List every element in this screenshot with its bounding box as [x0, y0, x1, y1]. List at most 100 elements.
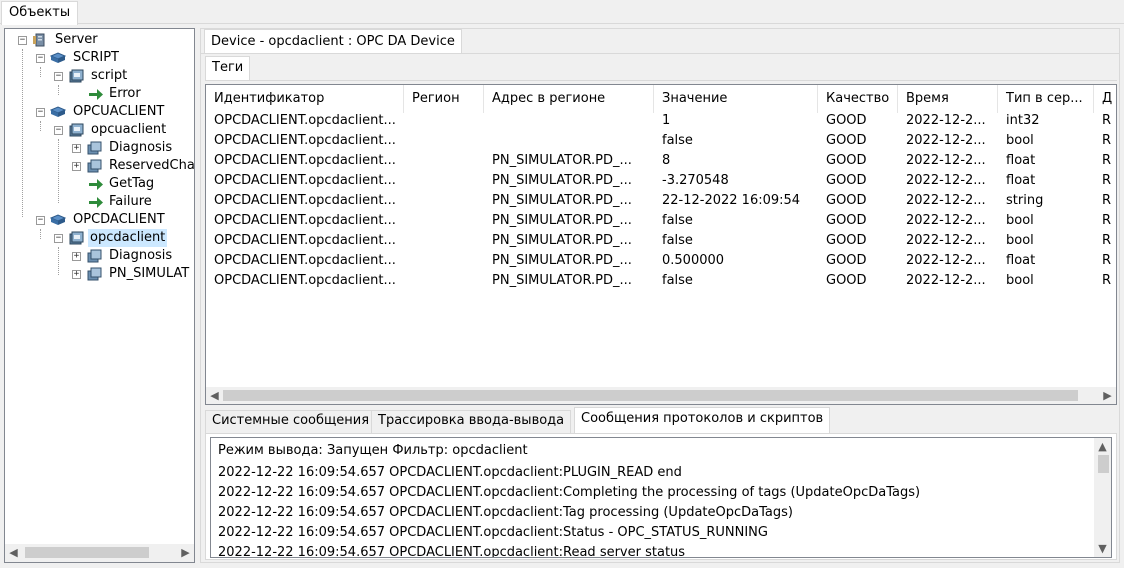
table-cell: 2022-12-2... — [906, 253, 986, 268]
column-header[interactable]: Идентификатор — [206, 85, 404, 113]
log-output[interactable]: Режим вывода: Запущен Фильтр: opcdaclien… — [210, 437, 1112, 558]
table-cell: 2022-12-2... — [906, 233, 986, 248]
collapse-icon[interactable]: − — [36, 216, 45, 225]
tab-tags[interactable]: Теги — [205, 56, 251, 81]
tree-node-opcua-client[interactable]: − opcuaclient — [5, 121, 194, 139]
tab-io-trace[interactable]: Трассировка ввода-вывода — [371, 410, 572, 433]
table-row[interactable]: OPCDACLIENT.opcdaclient... PN_SIMULATOR.P… — [206, 231, 1116, 251]
collapse-icon[interactable]: − — [36, 108, 45, 117]
tree-node-opcda-diagnosis[interactable]: + Diagnosis — [5, 247, 194, 265]
tree-node-opcda-group[interactable]: − OPCDACLIENT — [5, 211, 194, 229]
table-cell: 22-12-2022 16:09:54 — [662, 193, 801, 208]
column-header[interactable]: Время — [898, 85, 998, 113]
collapse-icon[interactable]: − — [54, 72, 63, 81]
column-header[interactable]: Регион — [404, 85, 484, 113]
table-cell: -3.270548 — [662, 173, 729, 188]
collapse-icon[interactable]: − — [54, 234, 63, 243]
device-panel: Device - opcdaclient : OPC DA Device Тег… — [200, 28, 1120, 563]
tab-objects[interactable]: Объекты — [1, 1, 79, 25]
tab-device[interactable]: Device - opcdaclient : OPC DA Device — [204, 29, 462, 54]
table-cell: R — [1102, 133, 1112, 148]
table-row[interactable]: OPCDACLIENT.opcdaclient... PN_SIMULATOR.P… — [206, 171, 1116, 191]
tree-horizontal-scrollbar[interactable]: ◀ ▶ — [5, 544, 194, 562]
expand-icon[interactable]: + — [72, 270, 81, 279]
scroll-up-icon[interactable]: ▲ — [1094, 438, 1111, 455]
table-cell — [404, 231, 484, 251]
scrollbar-thumb[interactable] — [1098, 455, 1109, 473]
log-line: 2022-12-22 16:09:54.657 OPCDACLIENT.opcd… — [218, 525, 768, 540]
table-cell: 2022-12-2... — [906, 213, 986, 228]
table-row[interactable]: OPCDACLIENT.opcdaclient... false GOOD 2022-… — [206, 131, 1116, 151]
table-cell: float — [1006, 253, 1036, 268]
scroll-left-icon[interactable]: ◀ — [5, 544, 22, 561]
tree-label: OPCUACLIENT — [73, 104, 165, 119]
column-header[interactable]: Тип в сер... — [998, 85, 1094, 113]
table-row[interactable]: OPCDACLIENT.opcdaclient... PN_SIMULATOR.P… — [206, 271, 1116, 291]
tree-label: Failure — [109, 194, 152, 209]
tree-node-script-group[interactable]: − SCRIPT — [5, 49, 194, 67]
table-cell: OPCDACLIENT.opcdaclient... — [214, 193, 396, 208]
table-cell: bool — [1006, 133, 1034, 148]
expand-icon[interactable]: + — [72, 162, 81, 171]
log-panel: Режим вывода: Запущен Фильтр: opcdaclien… — [205, 433, 1117, 560]
column-header[interactable]: Качество — [818, 85, 898, 113]
table-cell — [404, 151, 484, 171]
tree-node-opcua-failure[interactable]: Failure — [5, 193, 194, 211]
table-horizontal-scrollbar[interactable]: ◀ ▶ — [206, 387, 1116, 404]
table-cell: OPCDACLIENT.opcdaclient... — [214, 133, 396, 148]
log-line: 2022-12-22 16:09:54.657 OPCDACLIENT.opcd… — [218, 485, 921, 500]
tags-table[interactable]: Идентификатор Регион Адрес в регионе Значен… — [205, 84, 1117, 405]
scroll-right-icon[interactable]: ▶ — [177, 544, 194, 561]
tree-label: PN_SIMULAT — [109, 266, 190, 281]
table-cell: bool — [1006, 273, 1034, 288]
scrollbar-thumb[interactable] — [223, 390, 1078, 401]
table-cell: R — [1102, 233, 1112, 248]
table-row[interactable]: OPCDACLIENT.opcdaclient... PN_SIMULATOR.P… — [206, 191, 1116, 211]
table-cell: PN_SIMULATOR.PD_... — [492, 213, 632, 228]
table-cell: R — [1102, 113, 1112, 128]
table-row[interactable]: OPCDACLIENT.opcdaclient... PN_SIMULATOR.P… — [206, 151, 1116, 171]
scrollbar-thumb[interactable] — [25, 547, 149, 558]
table-cell: R — [1102, 253, 1112, 268]
tree-node-server[interactable]: − Server — [5, 31, 194, 49]
tree-label: Error — [109, 86, 141, 101]
tree-node-opcua-group[interactable]: − OPCUACLIENT — [5, 103, 194, 121]
tree-node-opcua-reserved[interactable]: + ReservedCha — [5, 157, 194, 175]
expand-icon[interactable]: + — [72, 144, 81, 153]
tree-node-error[interactable]: Error — [5, 85, 194, 103]
table-row[interactable]: OPCDACLIENT.opcdaclient... PN_SIMULATOR.P… — [206, 211, 1116, 231]
tree-node-script[interactable]: − script — [5, 67, 194, 85]
column-header[interactable]: Адрес в регионе — [484, 85, 654, 113]
device-icon — [69, 123, 84, 137]
log-header: Режим вывода: Запущен Фильтр: opcdaclien… — [218, 443, 528, 458]
column-header[interactable]: Д — [1094, 85, 1116, 113]
scroll-right-icon[interactable]: ▶ — [1099, 387, 1116, 404]
collapse-icon[interactable]: − — [18, 36, 27, 45]
table-cell: GOOD — [826, 193, 867, 208]
table-cell: false — [662, 133, 693, 148]
tree-label: Diagnosis — [109, 248, 173, 263]
table-cell — [484, 111, 654, 131]
table-row[interactable]: OPCDACLIENT.opcdaclient... PN_SIMULATOR.P… — [206, 251, 1116, 271]
table-cell: GOOD — [826, 253, 867, 268]
table-cell: PN_SIMULATOR.PD_... — [492, 253, 632, 268]
tree-node-opcda-pn[interactable]: + PN_SIMULAT — [5, 265, 194, 283]
tree-node-opcda-client[interactable]: − opcdaclient — [5, 229, 194, 247]
scroll-left-icon[interactable]: ◀ — [206, 387, 223, 404]
table-row[interactable]: OPCDACLIENT.opcdaclient... 1 GOOD 2022-12-2… — [206, 111, 1116, 131]
table-cell: PN_SIMULATOR.PD_... — [492, 173, 632, 188]
tree-node-opcua-diagnosis[interactable]: + Diagnosis — [5, 139, 194, 157]
expand-icon[interactable]: + — [72, 252, 81, 261]
scroll-down-icon[interactable]: ▼ — [1094, 540, 1111, 557]
tab-protocol-messages[interactable]: Сообщения протоколов и скриптов — [574, 407, 831, 433]
tab-system-messages[interactable]: Системные сообщения — [205, 410, 377, 433]
column-header[interactable]: Значение — [654, 85, 818, 113]
object-tree[interactable]: − Server − SCRIPT − script Error − OPCUA… — [4, 28, 195, 563]
collapse-icon[interactable]: − — [36, 54, 45, 63]
table-cell: R — [1102, 173, 1112, 188]
green-arrow-icon — [89, 89, 103, 100]
collapse-icon[interactable]: − — [54, 126, 63, 135]
tree-node-opcua-gettag[interactable]: GetTag — [5, 175, 194, 193]
log-vertical-scrollbar[interactable]: ▲ ▼ — [1094, 438, 1111, 557]
tree-label: script — [91, 68, 128, 83]
